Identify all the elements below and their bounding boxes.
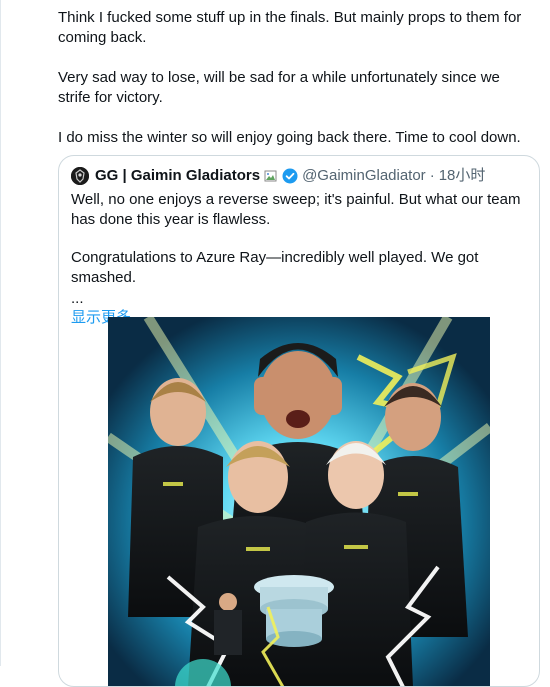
timeline-border	[0, 0, 1, 666]
gg-logo-avatar[interactable]	[71, 167, 89, 185]
quote-tweet-card[interactable]: GG | Gaimin Gladiators @GaiminGladiator …	[58, 155, 540, 687]
verified-badge-icon	[282, 168, 298, 184]
quote-text-1: Well, no one enjoys a reverse sweep; it'…	[71, 191, 521, 228]
tweet-paragraph-3: I do miss the winter so will enjoy going…	[58, 129, 521, 146]
quote-ellipsis: ...	[71, 290, 84, 307]
quote-display-name[interactable]: GG | Gaimin Gladiators	[95, 166, 260, 186]
quote-handle[interactable]: @GaiminGladiator	[302, 166, 426, 186]
team-photo-media[interactable]	[108, 317, 490, 686]
quote-header: GG | Gaimin Gladiators @GaiminGladiator …	[71, 166, 485, 186]
quote-timestamp[interactable]: 18小时	[439, 166, 486, 186]
team-photo-icon	[108, 317, 490, 686]
quote-text-2: Congratulations to Azure Ray—incredibly …	[71, 249, 479, 286]
separator-dot: ·	[429, 167, 435, 184]
tweet-paragraph-1: Think I fucked some stuff up in the fina…	[58, 9, 522, 46]
tweet-paragraph-2: Very sad way to lose, will be sad for a …	[58, 69, 500, 106]
broken-image-icon	[264, 169, 278, 183]
quote-body: Well, no one enjoys a reverse sweep; it'…	[71, 190, 531, 328]
tweet-text: Think I fucked some stuff up in the fina…	[58, 8, 528, 148]
